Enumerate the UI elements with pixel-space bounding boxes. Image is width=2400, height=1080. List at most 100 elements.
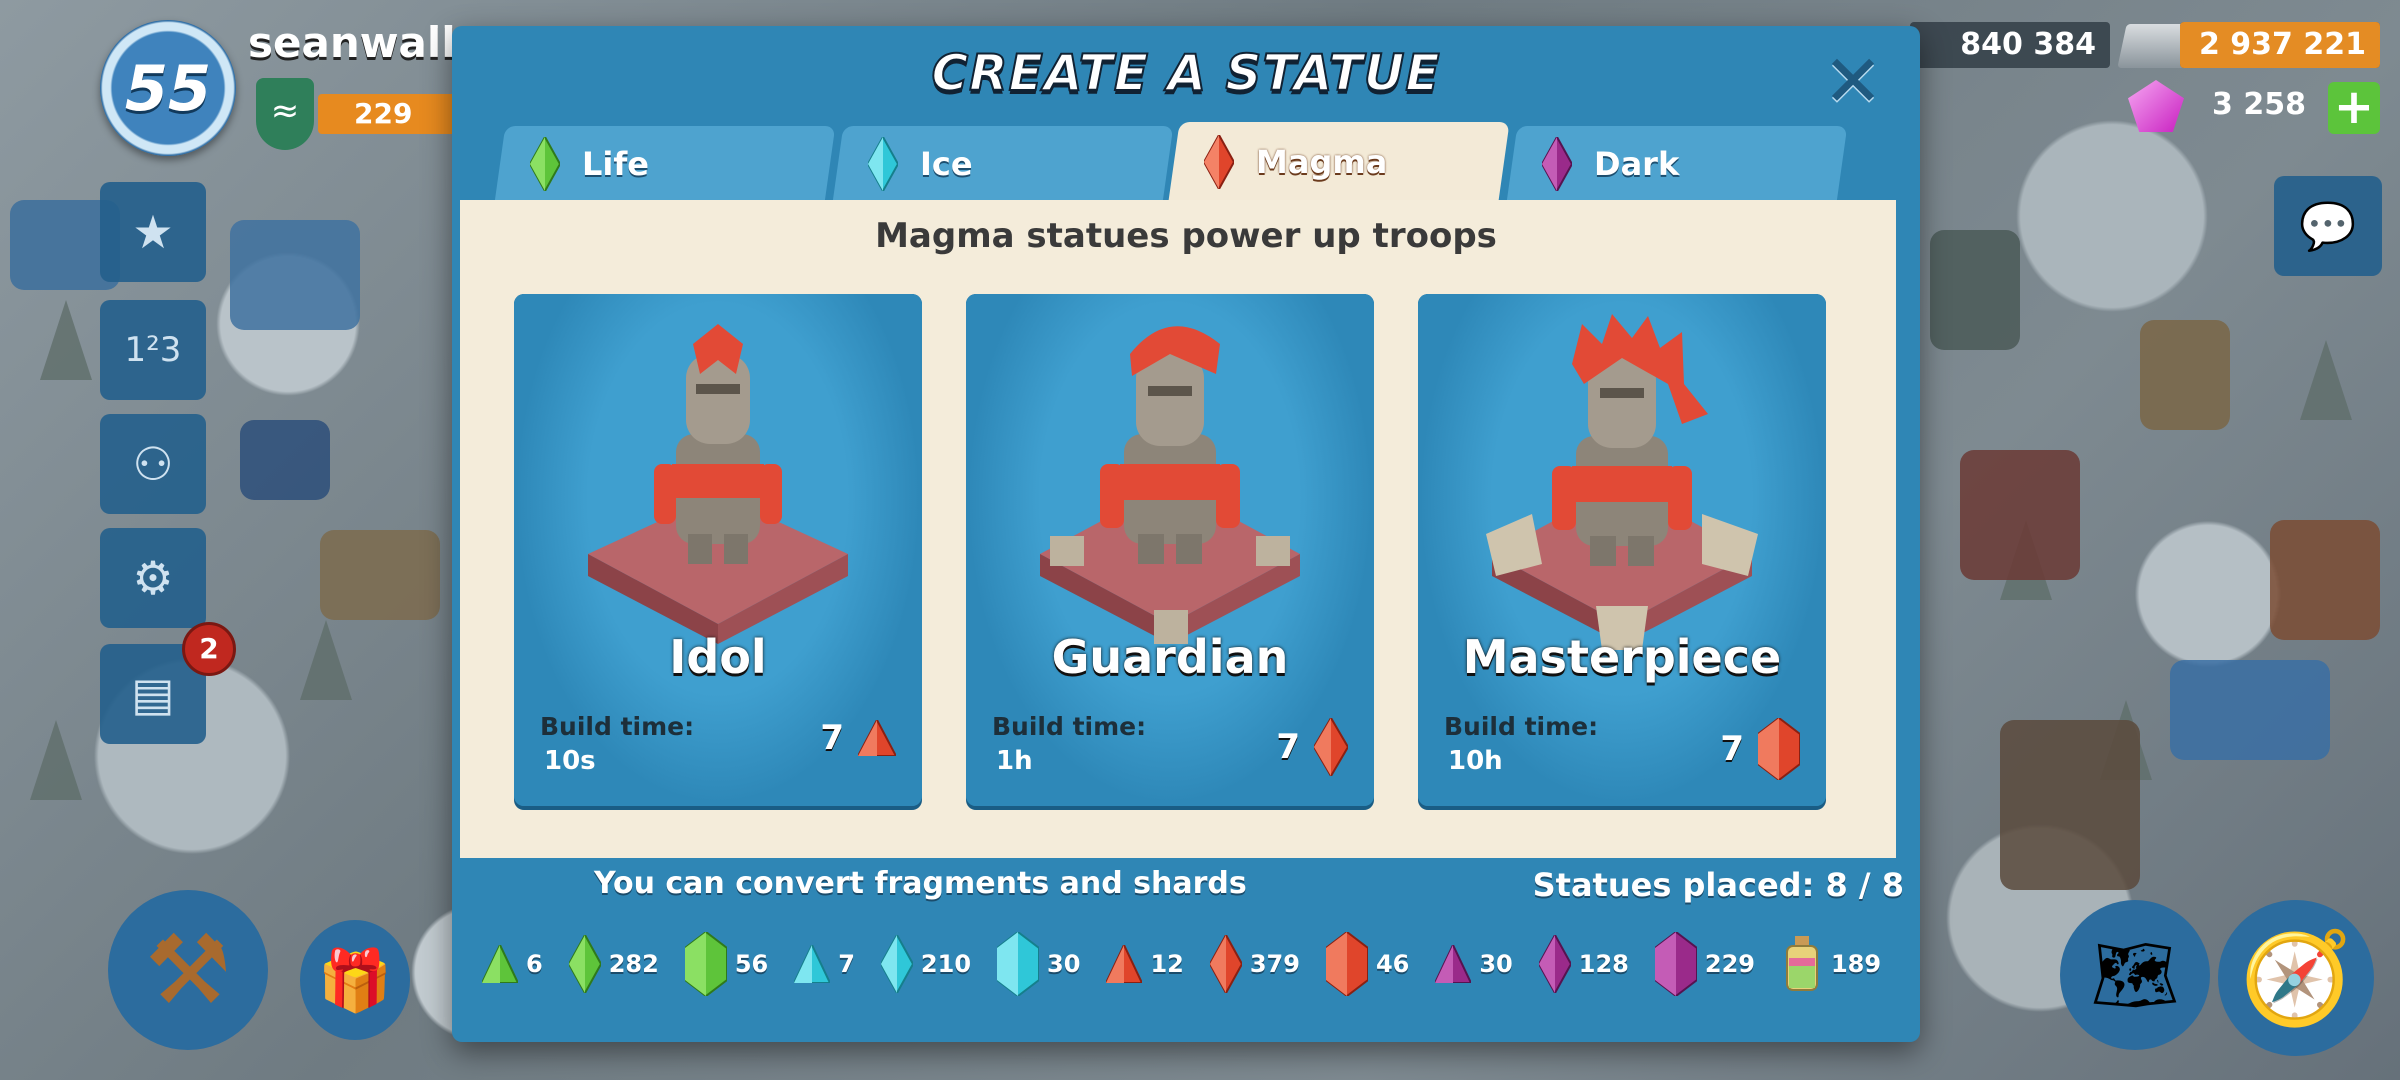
xp-bar: 229 [318,94,458,134]
newspaper-icon: ▤ [131,667,175,721]
inventory-item[interactable]: 229 [1654,932,1755,996]
inventory-item[interactable]: 12 [1106,945,1184,983]
magma-fragment-icon [1106,945,1143,983]
chat-bubble-icon: 💬 [2299,198,2357,253]
inventory-item[interactable]: 189 [1781,936,1881,992]
life-shard-icon [568,935,601,993]
inventory-count: 12 [1150,950,1184,978]
treasure-chest-button[interactable]: 🎁 [300,920,410,1040]
statue-name: Guardian [1051,630,1289,684]
convert-hint[interactable]: You can convert fragments and shards [594,866,1247,901]
reports-notification-badge: 2 [182,622,236,676]
compass-button[interactable]: 🧭 [2218,900,2374,1056]
inventory-count: 30 [1479,950,1513,978]
task-force-button[interactable]: ⚇ [100,414,206,514]
inventory-count: 379 [1249,950,1300,978]
inventory-item[interactable]: 30 [997,932,1080,996]
buy-diamonds-button[interactable]: + [2328,82,2380,134]
masterpiece-statue-image [1486,314,1758,650]
statue-card-idol[interactable]: Idol Build time: 10s 7 [514,294,922,806]
inventory-item[interactable]: 7 [794,945,855,983]
life-crystal-icon [530,137,560,191]
tab-ice[interactable]: Ice [832,126,1174,202]
inventory-count: 282 [608,950,659,978]
inventory-item[interactable]: 128 [1538,935,1629,993]
ice-crystal-icon [868,137,898,191]
statue-card-guardian[interactable]: Guardian Build time: 1h 7 [966,294,1374,806]
compass-icon: 🧭 [2239,925,2353,1031]
tab-label: Magma [1256,143,1388,181]
player-level: 55 [124,51,212,125]
chat-button[interactable]: 💬 [2274,176,2382,276]
player-name[interactable]: seanwalla [248,18,484,67]
inventory-item[interactable]: 30 [1435,945,1513,983]
podium-icon: 1²3 [124,330,182,370]
dark-crystal-icon [1542,137,1572,191]
magma-fragment-icon [858,720,896,756]
close-icon: ✕ [1822,39,1884,123]
map-button[interactable]: 🗺 [2060,900,2210,1050]
stone-resource: 840 384 [1910,22,2110,68]
rank-chevron-icon[interactable]: ≈ [256,78,314,150]
dialog-title: CREATE A STATUE [930,43,1441,103]
inventory-count: 30 [1047,950,1081,978]
inventory-count: 46 [1375,950,1410,978]
group-icon: ⚇ [132,437,174,491]
inventory-item[interactable]: 6 [482,945,543,983]
inventory-count: 189 [1830,950,1882,978]
map-icon: 🗺 [2090,933,2180,1016]
inventory-count: 210 [920,950,972,978]
build-time-value: 1h [996,746,1033,776]
leaderboard-button[interactable]: 1²3 [100,300,206,400]
inventory-count: 229 [1704,950,1755,978]
stone-amount: 840 384 [1960,27,2096,62]
statue-cost: 7 [1720,718,1800,780]
magma-crystal-icon [1758,718,1800,780]
statue-name: Masterpiece [1462,630,1782,684]
powder-bottle-icon [1785,936,1818,991]
tab-magma[interactable]: Magma [1168,122,1510,202]
dark-crystal-icon [1654,932,1697,996]
inventory-item[interactable]: 282 [568,935,659,993]
treasure-chest-icon: 🎁 [317,945,393,1016]
player-level-badge[interactable]: 55 [100,20,236,156]
inventory-item[interactable]: 379 [1209,935,1300,993]
ice-fragment-icon [794,945,831,983]
inventory-count: 56 [734,950,769,978]
build-time-value: 10h [1448,746,1503,776]
inventory-count: 7 [838,950,855,978]
tab-life[interactable]: Life [494,126,836,202]
settings-button[interactable]: ⚙ [100,528,206,628]
stars-icon: ★ [132,205,174,259]
ice-shard-icon [880,935,913,993]
create-statue-dialog: CREATE A STATUE ✕ Life Ice Magma Dark Ma… [452,26,1920,1042]
tab-label: Ice [920,145,973,183]
statue-cost: 7 [1276,718,1348,776]
iron-resource: 2 937 221 [2180,22,2380,68]
hammer-icon: ⚒ [144,914,232,1026]
inventory-item[interactable]: 56 [684,932,769,996]
statue-card-masterpiece[interactable]: Masterpiece Build time: 10h 7 [1418,294,1826,806]
cost-amount: 7 [820,718,844,758]
build-button[interactable]: ⚒ [108,890,268,1050]
cost-amount: 7 [1276,727,1300,767]
xp-value: 229 [354,97,413,130]
life-fragment-icon [482,945,518,983]
stars-button[interactable]: ★ [100,182,206,282]
inventory-item[interactable]: 210 [880,935,972,993]
tab-description: Magma statues power up troops [875,216,1497,256]
inventory-item[interactable]: 46 [1325,932,1410,996]
tab-dark[interactable]: Dark [1506,126,1848,202]
dark-fragment-icon [1435,945,1472,983]
tab-label: Dark [1594,145,1680,183]
diamond-amount: 3 258 [2212,87,2306,122]
fragment-inventory[interactable]: 6 282 56 7 210 30 12 379 46 30 128 229 1… [482,924,1892,1004]
cost-amount: 7 [1720,729,1744,769]
build-time-label: Build time: [992,712,1147,741]
inventory-count: 128 [1578,950,1629,978]
magma-crystal-icon [1325,932,1368,996]
close-button[interactable]: ✕ [1820,45,1886,117]
build-time-value: 10s [544,746,596,776]
statue-cost: 7 [820,718,896,758]
statue-name: Idol [669,630,767,684]
